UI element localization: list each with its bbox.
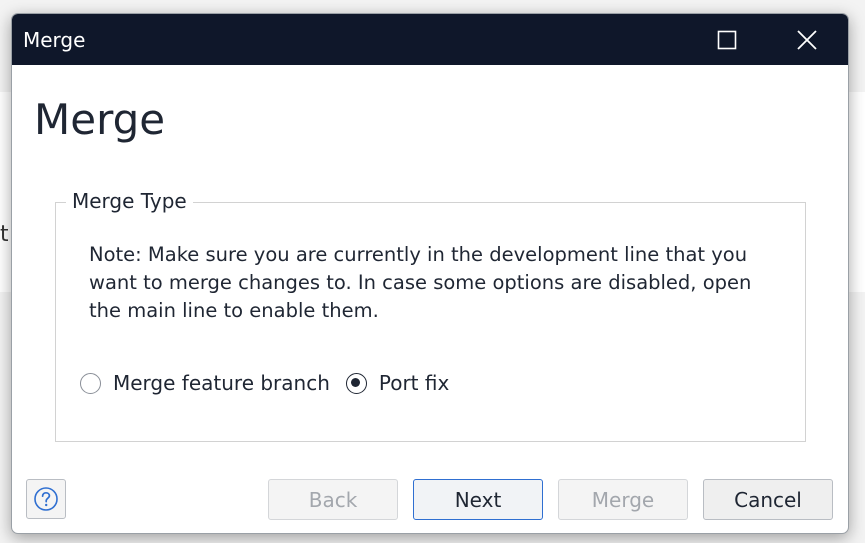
- merge-dialog: Merge Merge Merge Type Note: Make sure y…: [11, 13, 849, 534]
- merge-note: Note: Make sure you are currently in the…: [89, 243, 752, 322]
- merge-type-legend: Merge Type: [66, 188, 193, 214]
- merge-type-group: Merge Type Note: Make sure you are curre…: [55, 188, 806, 442]
- next-button[interactable]: Next: [413, 479, 543, 520]
- merge-button[interactable]: Merge: [558, 479, 688, 520]
- maximize-icon: [717, 30, 737, 49]
- radio-merge-feature-branch[interactable]: Merge feature branch: [80, 371, 330, 395]
- title-bar[interactable]: Merge: [12, 14, 848, 65]
- back-button[interactable]: Back: [268, 479, 398, 520]
- radio-button-checked[interactable]: [345, 372, 367, 394]
- maximize-button[interactable]: [697, 14, 757, 65]
- merge-type-options: Merge feature branch Port fix: [80, 367, 465, 399]
- close-icon: [797, 29, 817, 50]
- window-title: Merge: [23, 28, 86, 52]
- background-text-fragment: t: [0, 222, 8, 247]
- close-button[interactable]: [777, 14, 837, 65]
- help-button[interactable]: [26, 479, 66, 519]
- help-icon: [34, 487, 58, 511]
- page-title: Merge: [34, 95, 166, 144]
- radio-label-merge-feature-branch: Merge feature branch: [113, 371, 330, 395]
- radio-button-unchecked[interactable]: [80, 372, 101, 394]
- radio-port-fix[interactable]: Port fix: [345, 371, 450, 395]
- cancel-button[interactable]: Cancel: [703, 479, 833, 520]
- radio-label-port-fix: Port fix: [378, 371, 450, 395]
